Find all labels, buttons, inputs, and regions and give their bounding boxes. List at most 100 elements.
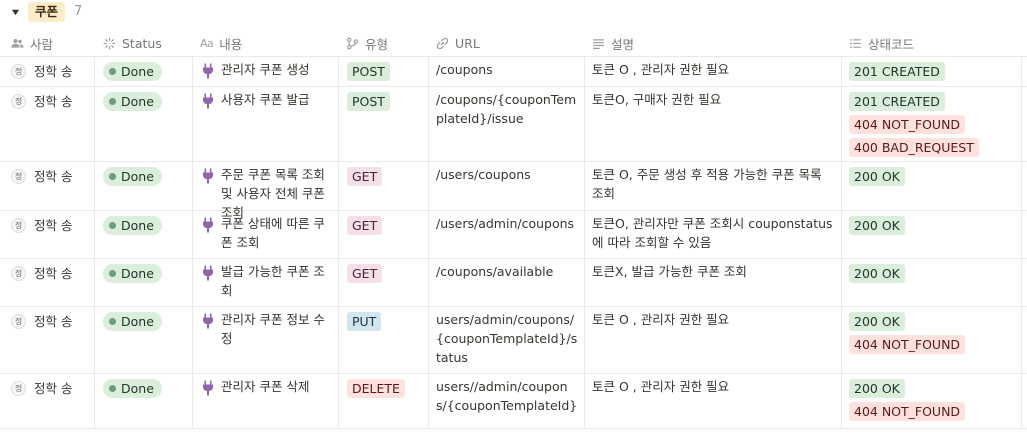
description-text[interactable]: 토큰 O , 관리자 권한 필요: [592, 310, 836, 329]
person-name[interactable]: 정학 송: [34, 217, 72, 235]
avatar: 정: [11, 218, 26, 233]
url-text[interactable]: /coupons/available: [436, 262, 578, 281]
column-header-content[interactable]: Aa 내용: [200, 30, 242, 56]
avatar: 정: [11, 169, 26, 184]
column-divider: [338, 57, 339, 429]
avatar: 정: [11, 314, 26, 329]
status-label: Done: [121, 266, 154, 281]
status-dot-icon: [109, 385, 116, 392]
link-icon: [436, 37, 449, 49]
person-name[interactable]: 정학 송: [34, 380, 72, 398]
status-code-list[interactable]: 200 OK: [849, 167, 1019, 190]
column-header-description[interactable]: 설명: [592, 30, 634, 56]
table-row[interactable]: 정 정학 송 Done 사용자 쿠폰 발급 POST /coupons/{cou…: [0, 87, 1027, 162]
avatar: 정: [11, 94, 26, 109]
status-code-tag: 400 BAD_REQUEST: [849, 138, 979, 157]
person-name[interactable]: 정학 송: [34, 63, 72, 81]
status-code-list[interactable]: 201 CREATED: [849, 62, 1019, 85]
status-dot-icon: [109, 270, 116, 277]
status-code-tag: 201 CREATED: [849, 62, 945, 81]
person-name[interactable]: 정학 송: [34, 265, 72, 283]
status-code-list[interactable]: 201 CREATED 404 NOT_FOUND 400 BAD_REQUEST: [849, 92, 1019, 161]
status-code-tag: 404 NOT_FOUND: [849, 335, 966, 354]
description-text[interactable]: 토큰 O , 관리자 권한 필요: [592, 377, 836, 396]
list-icon: [850, 38, 861, 48]
status-code-list[interactable]: 200 OK 404 NOT_FOUND: [849, 312, 1019, 358]
table-row[interactable]: 정 정학 송 Done 관리자 쿠폰 삭제 DELETE users//admi…: [0, 374, 1027, 429]
column-divider: [841, 57, 842, 429]
status-badge[interactable]: Done: [103, 167, 162, 186]
status-code-list[interactable]: 200 OK 404 NOT_FOUND: [849, 379, 1019, 425]
url-text[interactable]: /users/coupons: [436, 165, 578, 184]
text-aa-icon: Aa: [200, 36, 214, 50]
status-dot-icon: [109, 68, 116, 75]
plug-icon: [203, 313, 213, 329]
status-label: Done: [121, 169, 154, 184]
avatar: 정: [11, 64, 26, 79]
table-row[interactable]: 정 정학 송 Done 쿠폰 상태에 따른 쿠폰 조회 GET /users/a…: [0, 211, 1027, 259]
status-badge[interactable]: Done: [103, 379, 162, 398]
status-badge[interactable]: Done: [103, 216, 162, 235]
status-spinner-icon: [103, 37, 116, 49]
triangle-down-icon[interactable]: [9, 6, 21, 18]
plug-icon: [203, 93, 213, 109]
url-text[interactable]: users//admin/coupons/{couponTemplateId}: [436, 377, 578, 415]
status-badge[interactable]: Done: [103, 92, 162, 111]
person-name[interactable]: 정학 송: [34, 93, 72, 111]
table-row[interactable]: 정 정학 송 Done 관리자 쿠폰 정보 수정 PUT users/admin…: [0, 307, 1027, 374]
method-tag: POST: [347, 92, 390, 111]
url-text[interactable]: /coupons/{couponTemplateId}/issue: [436, 90, 578, 128]
column-header-status-code[interactable]: 상태코드: [849, 30, 914, 56]
column-header-person-label: 사람: [30, 36, 54, 52]
status-code-list[interactable]: 200 OK: [849, 264, 1019, 287]
status-label: Done: [121, 218, 154, 233]
group-header: 쿠폰 7: [0, 0, 1027, 24]
column-divider: [428, 57, 429, 429]
person-name[interactable]: 정학 송: [34, 168, 72, 186]
method-tag: POST: [347, 62, 390, 81]
branch-icon: [347, 37, 358, 49]
status-dot-icon: [109, 98, 116, 105]
plug-icon: [203, 63, 213, 79]
group-count: 7: [74, 4, 83, 19]
description-text[interactable]: 토큰X, 발급 가능한 쿠폰 조회: [592, 262, 836, 281]
plug-icon: [203, 168, 213, 184]
status-badge[interactable]: Done: [103, 312, 162, 331]
description-text[interactable]: 토큰O, 관리자만 쿠폰 조회시 couponstatus에 따라 조회할 수 …: [592, 214, 836, 252]
content-text[interactable]: 관리자 쿠폰 삭제: [221, 377, 333, 396]
url-text[interactable]: /coupons: [436, 60, 578, 79]
status-code-tag: 200 OK: [849, 312, 905, 331]
description-text[interactable]: 토큰 O, 주문 생성 후 적용 가능한 쿠폰 목록 조회: [592, 165, 836, 203]
url-text[interactable]: users/admin/coupons/{couponTemplateId}/s…: [436, 310, 578, 367]
status-badge[interactable]: Done: [103, 62, 162, 81]
status-dot-icon: [109, 318, 116, 325]
person-name[interactable]: 정학 송: [34, 313, 72, 331]
content-text[interactable]: 관리자 쿠폰 정보 수정: [221, 310, 333, 348]
status-code-list[interactable]: 200 OK: [849, 216, 1019, 239]
description-text[interactable]: 토큰 O , 관리자 권한 필요: [592, 60, 836, 79]
column-divider: [192, 57, 193, 429]
column-header-type[interactable]: 유형: [346, 30, 388, 56]
avatar: 정: [11, 266, 26, 281]
method-tag: GET: [347, 216, 383, 235]
content-text[interactable]: 사용자 쿠폰 발급: [221, 90, 333, 109]
description-text[interactable]: 토큰O, 구매자 권한 필요: [592, 90, 836, 109]
table-row[interactable]: 정 정학 송 Done 주문 쿠폰 목록 조회 및 사용자 전체 쿠폰 조회 G…: [0, 162, 1027, 220]
column-header-person[interactable]: 사람: [11, 30, 53, 56]
text-lines-icon: [593, 38, 604, 49]
content-text[interactable]: 쿠폰 상태에 따른 쿠폰 조회: [221, 214, 333, 252]
column-header-status-label: Status: [122, 35, 162, 51]
table-row[interactable]: 정 정학 송 Done 발급 가능한 쿠폰 조회 GET /coupons/av…: [0, 259, 1027, 307]
column-header-status[interactable]: Status: [103, 30, 162, 56]
status-label: Done: [121, 314, 154, 329]
url-text[interactable]: /users/admin/coupons: [436, 214, 578, 233]
content-text[interactable]: 관리자 쿠폰 생성: [221, 60, 333, 79]
plug-icon: [203, 217, 213, 233]
status-code-tag: 201 CREATED: [849, 92, 945, 111]
group-tag[interactable]: 쿠폰: [28, 2, 66, 22]
content-text[interactable]: 발급 가능한 쿠폰 조회: [221, 262, 333, 300]
table-row[interactable]: 정 정학 송 Done 관리자 쿠폰 생성 POST /coupons 토큰 O…: [0, 57, 1027, 87]
column-divider: [584, 57, 585, 429]
status-badge[interactable]: Done: [103, 264, 162, 283]
column-header-url[interactable]: URL: [436, 30, 480, 56]
